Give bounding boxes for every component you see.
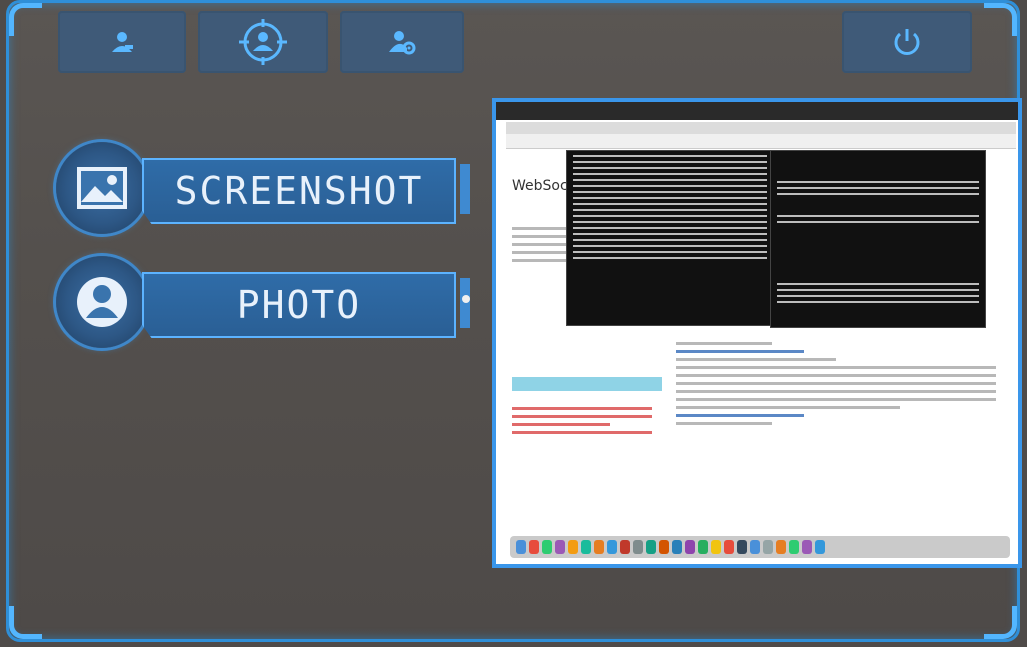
person-icon-ring: [56, 256, 148, 348]
address-bar: [506, 134, 1016, 149]
person-icon: [77, 277, 127, 327]
page-red-text: [512, 402, 652, 439]
screenshot-button-label[interactable]: SCREENSHOT: [142, 158, 456, 224]
image-icon-ring: [56, 142, 148, 234]
corner-decoration: [9, 3, 42, 36]
page-button: [512, 377, 662, 391]
corner-decoration: [984, 3, 1017, 36]
photo-button-label[interactable]: PHOTO: [142, 272, 456, 338]
user-settings-button[interactable]: [340, 11, 464, 73]
terminal-window: [566, 150, 774, 326]
corner-decoration: [9, 606, 42, 639]
page-content-text: [676, 337, 996, 430]
dock: [510, 536, 1010, 558]
terminal-window: [770, 150, 986, 328]
image-icon: [77, 167, 127, 209]
target-user-icon: [239, 19, 287, 65]
power-icon: [894, 29, 920, 55]
user-settings-icon: [389, 31, 416, 55]
cursor-dot: [462, 295, 470, 303]
menu-bar: [496, 102, 1018, 120]
corner-decoration: [984, 606, 1017, 639]
user-icon: [112, 32, 133, 52]
target-user-button[interactable]: [198, 11, 328, 73]
label-edge-decoration: [460, 164, 470, 214]
user-button[interactable]: [58, 11, 186, 73]
photo-action[interactable]: PHOTO: [56, 256, 470, 348]
browser-tabs: [506, 122, 1016, 134]
screenshot-action[interactable]: SCREENSHOT: [56, 142, 470, 234]
screenshot-preview[interactable]: WebSocket: [492, 98, 1022, 568]
power-button[interactable]: [842, 11, 972, 73]
label-edge-decoration: [460, 278, 470, 328]
